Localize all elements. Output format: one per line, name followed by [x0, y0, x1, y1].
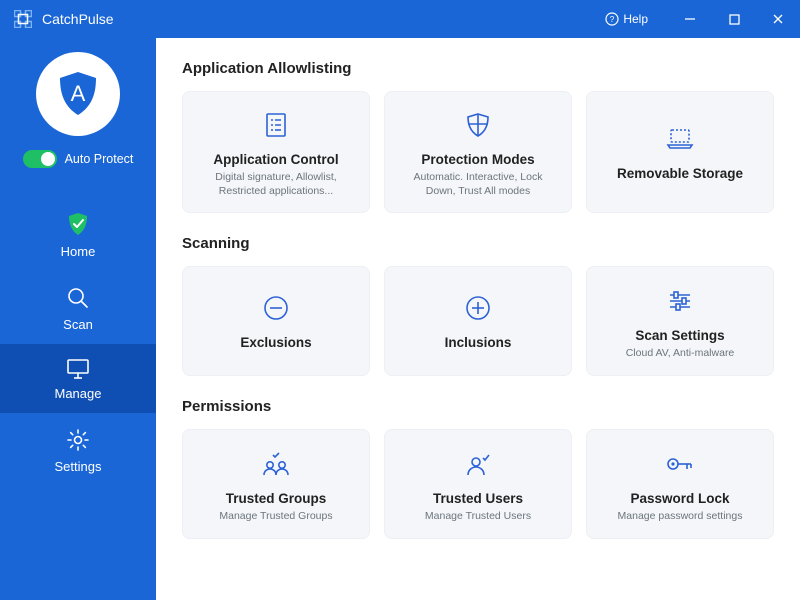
nav-manage[interactable]: Manage — [0, 344, 156, 413]
card-title: Password Lock — [630, 491, 729, 506]
close-button[interactable] — [756, 0, 800, 38]
home-shield-icon — [64, 210, 92, 238]
help-button[interactable]: ? Help — [605, 12, 648, 26]
users-check-icon — [259, 447, 293, 481]
card-title: Scan Settings — [635, 328, 724, 343]
monitor-icon — [65, 358, 91, 380]
help-label: Help — [623, 12, 648, 26]
svg-text:?: ? — [610, 15, 615, 24]
nav-scan[interactable]: Scan — [0, 271, 156, 344]
card-title: Removable Storage — [617, 166, 743, 181]
card-desc: Manage password settings — [618, 509, 743, 523]
maximize-icon — [729, 14, 740, 25]
main-panel: Application Allowlisting Application Con… — [156, 38, 800, 600]
card-desc: Automatic. Interactive, Lock Down, Trust… — [399, 170, 557, 198]
titlebar: CatchPulse ? Help — [0, 0, 800, 38]
sidebar: A Auto Protect Home Scan Manage Settings — [0, 38, 156, 600]
sliders-icon — [665, 284, 695, 318]
card-title: Trusted Users — [433, 491, 523, 506]
minimize-icon — [684, 13, 696, 25]
maximize-button[interactable] — [712, 0, 756, 38]
plus-circle-icon — [463, 291, 493, 325]
nav-label: Manage — [55, 386, 102, 401]
card-title: Exclusions — [240, 335, 311, 350]
card-password-lock[interactable]: Password Lock Manage password settings — [586, 429, 774, 539]
card-row-allowlisting: Application Control Digital signature, A… — [182, 91, 774, 213]
card-desc: Cloud AV, Anti-malware — [626, 346, 735, 360]
card-title: Inclusions — [445, 335, 512, 350]
nav-settings[interactable]: Settings — [0, 413, 156, 486]
card-desc: Manage Trusted Groups — [219, 509, 332, 523]
card-inclusions[interactable]: Inclusions — [384, 266, 572, 376]
section-title-permissions: Permissions — [182, 398, 774, 415]
nav-label: Scan — [63, 317, 93, 332]
nav-label: Settings — [55, 459, 102, 474]
card-desc: Manage Trusted Users — [425, 509, 531, 523]
card-trusted-users[interactable]: Trusted Users Manage Trusted Users — [384, 429, 572, 539]
nav-home[interactable]: Home — [0, 196, 156, 271]
card-title: Protection Modes — [421, 152, 534, 167]
key-icon — [664, 447, 696, 481]
card-protection-modes[interactable]: Protection Modes Automatic. Interactive,… — [384, 91, 572, 213]
card-exclusions[interactable]: Exclusions — [182, 266, 370, 376]
card-scan-settings[interactable]: Scan Settings Cloud AV, Anti-malware — [586, 266, 774, 376]
card-removable-storage[interactable]: Removable Storage — [586, 91, 774, 213]
close-icon — [772, 13, 784, 25]
svg-text:A: A — [71, 81, 86, 106]
laptop-icon — [663, 122, 697, 156]
card-trusted-groups[interactable]: Trusted Groups Manage Trusted Groups — [182, 429, 370, 539]
shield-icon: A — [51, 67, 105, 121]
card-row-scanning: Exclusions Inclusions Scan Settings Clou… — [182, 266, 774, 376]
shield-split-icon — [463, 108, 493, 142]
card-application-control[interactable]: Application Control Digital signature, A… — [182, 91, 370, 213]
card-row-permissions: Trusted Groups Manage Trusted Groups Tru… — [182, 429, 774, 539]
card-title: Application Control — [213, 152, 338, 167]
auto-protect-label: Auto Protect — [65, 152, 134, 166]
auto-protect-row: Auto Protect — [23, 150, 134, 168]
search-icon — [65, 285, 91, 311]
auto-protect-toggle[interactable] — [23, 150, 57, 168]
section-title-scanning: Scanning — [182, 235, 774, 252]
help-icon: ? — [605, 12, 619, 26]
section-title-allowlisting: Application Allowlisting — [182, 60, 774, 77]
minimize-button[interactable] — [668, 0, 712, 38]
minus-circle-icon — [261, 291, 291, 325]
user-check-icon — [463, 447, 493, 481]
app-logo-icon — [14, 10, 32, 28]
status-shield: A — [36, 52, 120, 136]
gear-icon — [65, 427, 91, 453]
card-desc: Digital signature, Allowlist, Restricted… — [197, 170, 355, 198]
nav-label: Home — [61, 244, 96, 259]
checklist-icon — [261, 108, 291, 142]
card-title: Trusted Groups — [226, 491, 327, 506]
app-title: CatchPulse — [42, 11, 605, 27]
